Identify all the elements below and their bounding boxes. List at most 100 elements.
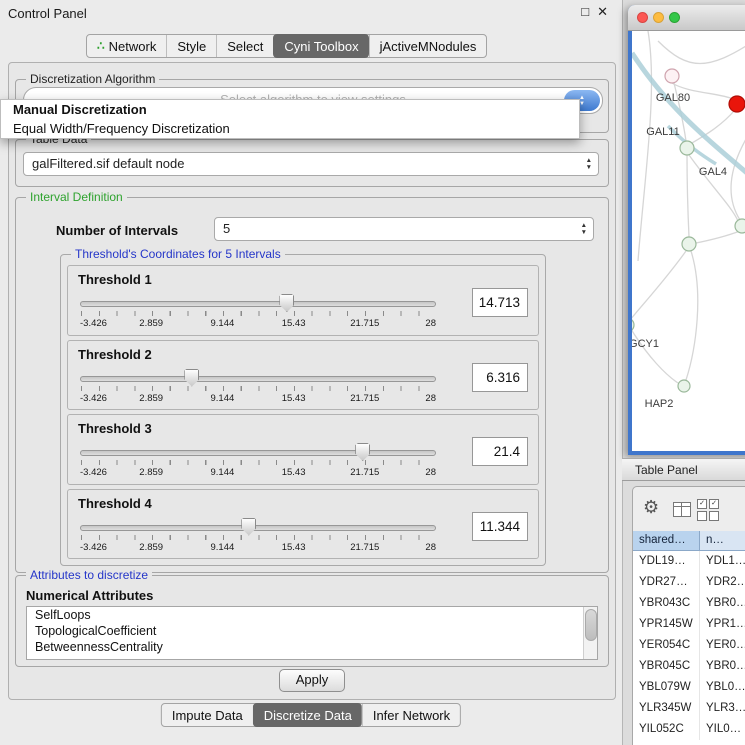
select-column-icon[interactable]: ✓ <box>709 499 719 509</box>
slider-thumb[interactable] <box>279 294 294 312</box>
network-node-green[interactable] <box>735 219 745 233</box>
threshold-value-field[interactable]: 21.4 <box>472 437 528 466</box>
minimize-traffic-light-icon[interactable] <box>653 12 664 23</box>
threshold-value-field[interactable]: 11.344 <box>472 512 528 541</box>
network-edge[interactable] <box>692 111 734 143</box>
slider-track <box>80 376 436 382</box>
number-of-intervals-select[interactable]: 5 ▲ ▼ <box>214 217 594 241</box>
network-edge[interactable] <box>658 41 745 64</box>
threshold-value-field[interactable]: 14.713 <box>472 288 528 317</box>
spinner-arrows-icon: ▲ ▼ <box>581 223 587 236</box>
tab-cyni-toolbox[interactable]: Cyni Toolbox <box>273 34 368 58</box>
chevron-down-icon: ▼ <box>581 230 587 237</box>
tab-style[interactable]: Style <box>166 35 216 57</box>
slider-scale: -3.4262.8599.14415.4321.71528 <box>80 467 436 478</box>
close-traffic-light-icon[interactable] <box>637 12 648 23</box>
deselect-column-icon[interactable] <box>709 511 719 521</box>
interval-definition-label: Interval Definition <box>26 190 127 204</box>
table-row[interactable]: YDR27…YDR2… <box>633 572 745 593</box>
gear-icon[interactable]: ⚙ <box>643 497 659 518</box>
float-window-icon[interactable]: □ <box>581 4 589 20</box>
threshold-slider[interactable]: -3.4262.8599.14415.4321.71528 <box>80 516 436 554</box>
slider-ticks <box>81 460 436 465</box>
apply-button[interactable]: Apply <box>279 669 345 692</box>
tab-discretize-data[interactable]: Discretize Data <box>253 703 362 727</box>
table-row[interactable]: YBR045CYBR0… <box>633 656 745 677</box>
threshold-label: Threshold 2 <box>78 347 152 362</box>
attribute-list-item[interactable]: BetweennessCentrality <box>27 639 597 655</box>
network-edge[interactable] <box>686 251 698 380</box>
network-edge-thick[interactable] <box>632 53 745 179</box>
slider-ticks <box>81 535 436 540</box>
threshold-label: Threshold 3 <box>78 421 152 436</box>
slider-thumb[interactable] <box>355 443 370 461</box>
tab-impute-data[interactable]: Impute Data <box>162 704 253 726</box>
threshold-value-field[interactable]: 6.316 <box>472 363 528 392</box>
scale-label: 9.144 <box>211 467 235 478</box>
tab-infer-network[interactable]: Infer Network <box>362 704 460 726</box>
network-node-green[interactable] <box>678 380 690 392</box>
scale-label: 28 <box>425 393 436 404</box>
network-node-plain[interactable] <box>665 69 679 83</box>
table-row[interactable]: YLR345WYLR3… <box>633 698 745 719</box>
network-node-green[interactable] <box>682 237 696 251</box>
table-row[interactable]: YDL19…YDL1… <box>633 551 745 572</box>
dropdown-option-equal-width-frequency[interactable]: Equal Width/Frequency Discretization <box>1 119 579 138</box>
scale-label: 9.144 <box>211 393 235 404</box>
threshold-slider[interactable]: -3.4262.8599.14415.4321.71528 <box>80 441 436 479</box>
tab-label: Discretize Data <box>264 708 352 723</box>
network-canvas[interactable]: GAL80GAL11GAL4GCY1HAP2 <box>632 31 745 451</box>
column-header-name[interactable]: n… <box>700 531 745 551</box>
close-icon[interactable]: ✕ <box>597 4 608 20</box>
network-edge[interactable] <box>731 126 745 220</box>
slider-scale: -3.4262.8599.14415.4321.71528 <box>80 393 436 404</box>
slider-thumb[interactable] <box>184 369 199 387</box>
threshold-label: Threshold 1 <box>78 272 152 287</box>
thresholds-group-label: Threshold's Coordinates for 5 Intervals <box>71 247 285 261</box>
thresholds-group: Threshold's Coordinates for 5 Intervals … <box>60 254 546 566</box>
network-window-titlebar[interactable] <box>628 5 745 31</box>
slider-track <box>80 525 436 531</box>
attribute-list-item[interactable]: TopologicalCoefficient <box>27 623 597 639</box>
select-all-icon[interactable]: ✓ <box>697 499 707 509</box>
tab-network[interactable]: ∴Network <box>87 35 166 57</box>
table-row[interactable]: YBL079WYBL0… <box>633 677 745 698</box>
scale-label: 21.715 <box>350 542 379 553</box>
attribute-list-item[interactable]: SelfLoops <box>27 607 597 623</box>
scale-label: 2.859 <box>139 467 163 478</box>
cell-shared-name: YBR043C <box>633 593 700 614</box>
control-panel-window: Control Panel □ ✕ ∴NetworkStyleSelectCyn… <box>0 0 623 745</box>
list-scrollbar[interactable] <box>583 607 597 659</box>
threshold-box: Threshold 3-3.4262.8599.14415.4321.71528… <box>67 414 539 485</box>
dropdown-option-manual-discretization[interactable]: Manual Discretization <box>1 100 579 119</box>
network-edge[interactable] <box>687 155 689 237</box>
scale-label: 9.144 <box>211 542 235 553</box>
table-row[interactable]: YIL052CYIL0… <box>633 719 745 740</box>
column-header-shared-name[interactable]: shared… <box>633 531 700 551</box>
network-edge[interactable] <box>696 231 740 243</box>
deselect-all-icon[interactable] <box>697 511 707 521</box>
scrollbar-thumb[interactable] <box>585 609 597 641</box>
threshold-slider[interactable]: -3.4262.8599.14415.4321.71528 <box>80 292 436 330</box>
numerical-attributes-list[interactable]: SelfLoopsTopologicalCoefficientBetweenne… <box>26 606 598 660</box>
network-node-green[interactable] <box>680 141 694 155</box>
tab-label: Style <box>177 39 206 54</box>
table-row[interactable]: YPR145WYPR1… <box>633 614 745 635</box>
threshold-box: Threshold 1 -3.4262.8599.14415.4321.71528… <box>67 265 539 336</box>
zoom-traffic-light-icon[interactable] <box>669 12 680 23</box>
cyni-toolbox-panel: Discretization Algorithm Select algorith… <box>8 62 616 700</box>
tab-jactivemnodules[interactable]: jActiveMNodules <box>369 35 487 57</box>
columns-icon[interactable] <box>673 502 691 517</box>
table-data-select[interactable]: galFiltered.sif default node ▲ ▼ <box>23 152 599 176</box>
cell-shared-name: YBL079W <box>633 677 700 698</box>
table-row[interactable]: YBR043CYBR0… <box>633 593 745 614</box>
tab-select[interactable]: Select <box>216 35 273 57</box>
network-edge[interactable] <box>632 251 686 320</box>
slider-thumb[interactable] <box>241 518 256 536</box>
network-node-red[interactable] <box>729 96 745 112</box>
scale-label: 9.144 <box>211 318 235 329</box>
table-row[interactable]: YER054CYER0… <box>633 635 745 656</box>
threshold-label: Threshold 4 <box>78 496 152 511</box>
network-node-green[interactable] <box>632 318 634 332</box>
threshold-slider[interactable]: -3.4262.8599.14415.4321.71528 <box>80 367 436 405</box>
